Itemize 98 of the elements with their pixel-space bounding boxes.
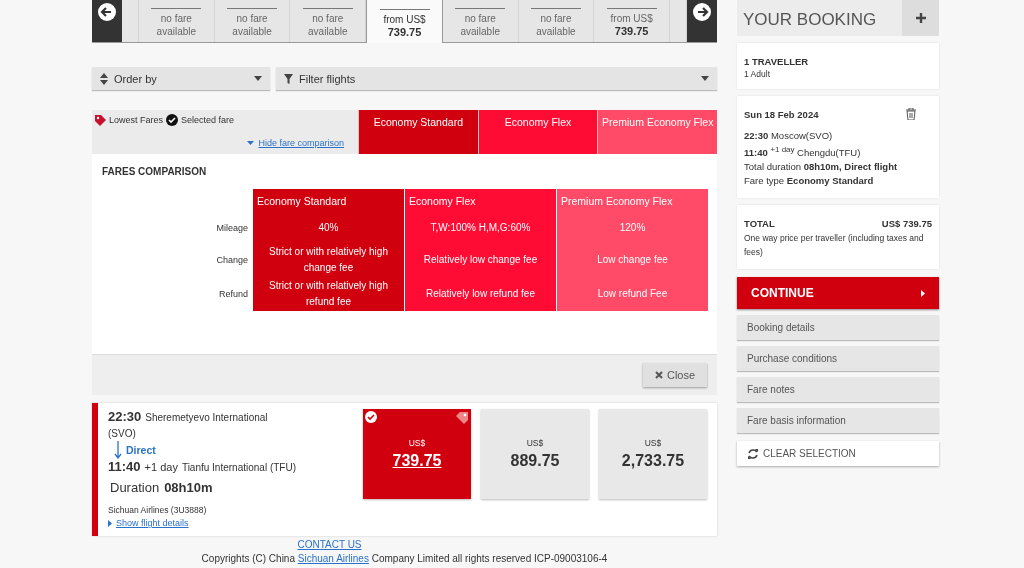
caret-icon — [254, 76, 262, 81]
legend-text: Lowest Fares — [109, 115, 164, 125]
table-cell: Strict or with relatively high change fee — [253, 243, 404, 277]
traveller-count: 1 TRAVELLER — [744, 55, 810, 69]
column-header: Economy Standard — [253, 189, 404, 213]
order-by-dropdown[interactable]: Order by — [92, 67, 270, 90]
filter-icon — [284, 73, 293, 84]
table-cell: Relatively low change fee — [405, 243, 556, 277]
date-cell[interactable]: from US$ 739.75 — [594, 0, 671, 42]
airport-code: (SVO) — [108, 428, 137, 439]
fare-text: from US$ — [610, 12, 653, 25]
fare-text: available — [536, 25, 576, 38]
table-cell: Relatively low refund fee — [405, 277, 556, 311]
date-cell[interactable]: no fare available — [518, 0, 595, 42]
table-cell: 40% — [253, 213, 404, 243]
departure-time: 22:30 — [108, 409, 142, 424]
table-cell: T,W:100% H,M,G:60% — [405, 213, 556, 243]
plus-icon — [915, 13, 926, 23]
fare-family-header: Economy Flex — [477, 110, 598, 154]
fare-text: available — [308, 25, 348, 38]
row-label: Mileage — [215, 222, 249, 235]
fare-text: no fare — [312, 12, 344, 25]
fare-text: available — [460, 25, 500, 38]
itinerary-text: Total duration 08h10m, Direct flight — [744, 160, 899, 175]
sidebar-link[interactable]: Purchase conditions — [737, 346, 939, 372]
column-header: Economy Flex — [405, 189, 556, 213]
fare-text: from US$ — [383, 13, 426, 26]
itinerary-text: 11:40 $^{+1 day}$ Chengdu(TFU) — [744, 144, 862, 161]
flight-details-link[interactable]: Show flight details — [116, 518, 189, 528]
next-button[interactable] — [687, 0, 718, 42]
date-cell[interactable]: no fare available — [290, 0, 367, 42]
expand-button[interactable] — [902, 0, 939, 36]
contact-link[interactable]: CONTACT US — [297, 539, 362, 550]
close-icon — [654, 371, 663, 379]
clear-selection-button[interactable]: CLEAR SELECTION — [737, 441, 939, 467]
fare-option[interactable]: US$ 2,733.75 — [599, 409, 707, 499]
arrival-time: 11:40 — [108, 459, 141, 474]
filter-dropdown[interactable]: Filter flights — [276, 67, 717, 90]
caret-icon — [108, 519, 112, 527]
fare-text: no fare — [540, 12, 572, 25]
row-label: Refund — [217, 288, 249, 301]
itinerary-text: 22:30 Moscow(SVO) — [744, 129, 834, 143]
check-icon — [166, 114, 179, 126]
fare-text: no fare — [464, 12, 496, 25]
arrival-airport: Tianfu International (TFU) — [181, 462, 296, 473]
column-header: Premium Economy Flex — [557, 189, 708, 213]
fare-text: available — [232, 25, 272, 38]
fare-text: 739.75 — [614, 25, 649, 38]
table-cell: Strict or with relatively high refund fee — [253, 277, 404, 311]
hide-comparison-link[interactable]: Hide fare comparison — [258, 138, 344, 148]
traveller-detail: 1 Adult — [744, 69, 771, 79]
sidebar-link[interactable]: Booking details — [737, 315, 939, 341]
fare-text: no fare — [160, 12, 192, 25]
close-button[interactable]: Close — [643, 363, 707, 387]
refresh-icon — [747, 447, 759, 460]
copyright-text: Copyrights (C) China Sichuan Airlines Company Limited all rights reserved ICP-09003106-4 — [201, 553, 608, 564]
duration-value: 08h10m — [164, 480, 213, 495]
caret-icon — [701, 76, 709, 81]
continue-button[interactable]: CONTINUE — [737, 277, 939, 310]
caret-icon — [247, 141, 255, 145]
price-note: One way price per traveller (including taxes and fees) — [744, 232, 925, 260]
date-cell[interactable]: no fare available — [442, 0, 519, 42]
table-cell: Low refund Fee — [557, 277, 708, 311]
sort-icon — [100, 72, 108, 85]
sidebar-link[interactable]: Fare notes — [737, 377, 939, 403]
sidebar-link[interactable]: Fare basis information — [737, 408, 939, 434]
section-title: FARES COMPARISON — [102, 166, 208, 177]
day-offset: +1 day — [144, 461, 178, 473]
date-cell[interactable]: no fare available — [139, 0, 215, 42]
stops-text: Direct — [126, 444, 156, 456]
previous-button[interactable] — [92, 0, 122, 42]
fare-text: no fare — [236, 12, 268, 25]
fare-text: 739.75 — [387, 26, 422, 39]
flight-date: Sun 18 Feb 2024 — [744, 108, 819, 122]
date-cell[interactable]: no fare available — [214, 0, 291, 42]
fare-family-header: Premium Economy Flex — [597, 110, 717, 154]
check-icon — [365, 411, 377, 423]
tag-icon — [94, 114, 106, 126]
legend-text: Selected fare — [181, 115, 235, 125]
fare-option[interactable]: US$ 889.75 — [481, 409, 589, 499]
trash-icon — [906, 108, 916, 120]
fare-text: available — [156, 25, 197, 38]
date-cell[interactable]: from US$ 739.75 — [366, 0, 443, 43]
itinerary-text: Fare type Economy Standard — [744, 174, 875, 189]
total-price: US$ 739.75 — [881, 217, 932, 232]
table-cell: 120% — [557, 213, 708, 243]
row-label: Change — [215, 254, 249, 267]
table-cell: Low change fee — [557, 243, 708, 277]
caret-icon — [921, 289, 925, 297]
airline-link[interactable]: Sichuan Airlines — [297, 553, 369, 564]
departure-airport: Sheremetyevo International — [145, 412, 268, 423]
down-arrow-icon — [114, 441, 122, 459]
booking-title: YOUR BOOKING — [742, 9, 878, 31]
fare-family-header: Economy Standard — [358, 110, 478, 154]
airline-text: Sichuan Airlines (3U3888) — [108, 505, 208, 515]
fare-option[interactable]: US$ 739.75 — [363, 409, 471, 499]
total-label: TOTAL — [744, 217, 775, 232]
duration-label: Duration — [110, 480, 160, 495]
